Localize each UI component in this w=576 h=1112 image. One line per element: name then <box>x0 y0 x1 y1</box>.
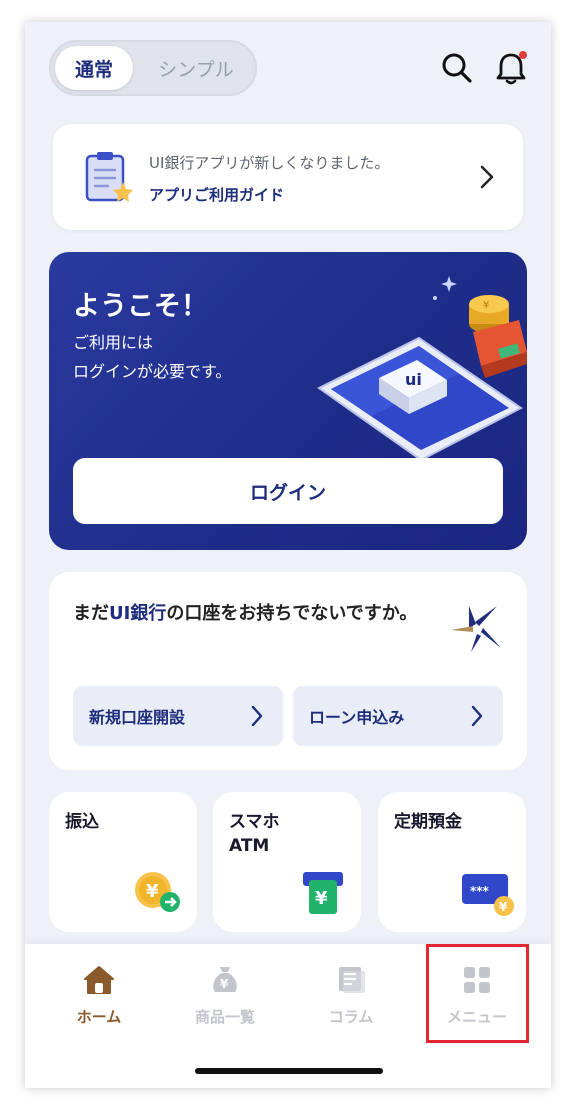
yen-coin-transfer-icon: ¥ <box>135 872 180 912</box>
chevron-right-icon <box>251 705 263 727</box>
deposit-card-icon: *** ¥ <box>462 874 514 916</box>
mode-normal-option[interactable]: 通常 <box>55 46 133 90</box>
transfer-tile[interactable]: 振込 ¥ <box>49 792 197 932</box>
grid-menu-icon <box>464 967 490 993</box>
svg-text:¥: ¥ <box>315 888 328 909</box>
transfer-label: 振込 <box>65 812 99 832</box>
svg-text:¥: ¥ <box>483 300 489 311</box>
svg-text:¥: ¥ <box>499 900 508 914</box>
search-icon[interactable] <box>439 50 475 86</box>
open-account-card: まだUI銀行の口座をお持ちでないですか。 新規口座開設 ローン申込み <box>49 572 527 770</box>
chevron-right-icon <box>471 705 483 727</box>
ui-bank-logo-icon <box>451 606 501 652</box>
svg-text:ui: ui <box>405 370 422 389</box>
guide-link[interactable]: アプリご利用ガイド <box>149 184 284 205</box>
notification-dot <box>519 51 527 59</box>
open-account-label: 新規口座開設 <box>89 708 186 727</box>
open-account-button[interactable]: 新規口座開設 <box>73 686 283 746</box>
loan-application-label: ローン申込み <box>309 708 405 727</box>
tab-menu[interactable]: メニュー <box>417 944 537 1044</box>
tab-column[interactable]: コラム <box>291 944 411 1044</box>
tab-home-label: ホーム <box>76 1008 122 1026</box>
loan-application-button[interactable]: ローン申込み <box>293 686 503 746</box>
document-icon <box>339 967 365 993</box>
tab-products[interactable]: ¥ 商品一覧 <box>165 944 285 1044</box>
tab-home[interactable]: ホーム <box>39 944 159 1044</box>
tab-menu-label: メニュー <box>446 1008 507 1026</box>
app-screen: 通常 シンプル UI銀行アプリが新しくなりました。 アプリご利用ガイド ようこそ… <box>25 22 551 1088</box>
chevron-right-icon <box>480 165 494 189</box>
home-indicator <box>195 1068 383 1074</box>
tab-products-label: 商品一覧 <box>194 1008 255 1026</box>
smartphone-atm-label: スマホ ATM <box>229 812 280 856</box>
svg-text:***: *** <box>470 884 490 898</box>
app-guide-card[interactable]: UI銀行アプリが新しくなりました。 アプリご利用ガイド <box>53 124 523 230</box>
welcome-card: ようこそ！ ご利用には ログインが必要です。 ui ¥ ログイン <box>49 252 527 550</box>
account-prompt: まだUI銀行の口座をお持ちでないですか。 <box>73 603 418 624</box>
time-deposit-tile[interactable]: 定期預金 *** ¥ <box>378 792 526 932</box>
money-bag-icon: ¥ <box>213 967 237 992</box>
clipboard-icon <box>85 152 133 202</box>
home-icon <box>84 966 114 994</box>
phone-wallet-illustration: ui ¥ <box>317 276 527 462</box>
guide-title: UI銀行アプリが新しくなりました。 <box>149 154 390 172</box>
tab-column-label: コラム <box>328 1008 374 1026</box>
mode-simple-option[interactable]: シンプル <box>143 46 249 90</box>
atm-cash-icon: ¥ <box>303 872 343 914</box>
login-button[interactable]: ログイン <box>73 458 503 524</box>
svg-text:¥: ¥ <box>146 881 159 902</box>
welcome-title: ようこそ！ <box>73 291 208 322</box>
smartphone-atm-tile[interactable]: スマホ ATM ¥ <box>213 792 361 932</box>
welcome-subtitle: ご利用には ログインが必要です。 <box>73 333 232 381</box>
bank-brand-name: UI銀行 <box>109 603 167 624</box>
bell-icon[interactable] <box>493 50 529 86</box>
svg-text:¥: ¥ <box>220 977 229 991</box>
time-deposit-label: 定期預金 <box>394 812 462 832</box>
bottom-tab-bar: ホーム ¥ 商品一覧 コラム メニュー <box>25 944 551 1088</box>
display-mode-toggle[interactable]: 通常 シンプル <box>49 40 257 96</box>
